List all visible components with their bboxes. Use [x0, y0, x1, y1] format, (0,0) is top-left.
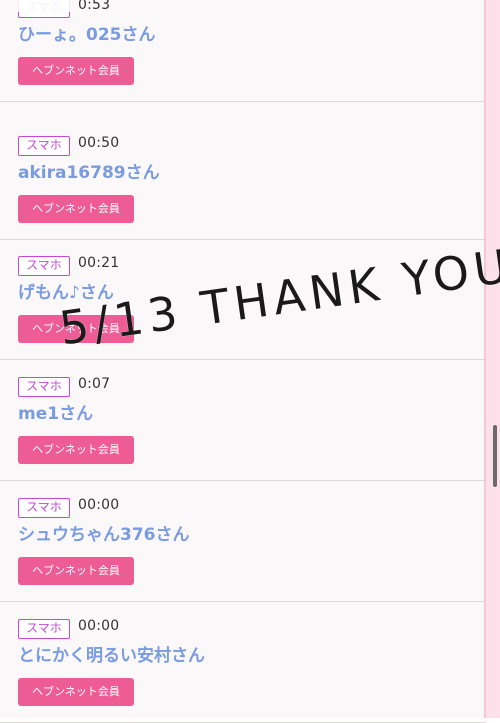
visitor-name[interactable]: とにかく明るい安村さん [18, 641, 205, 666]
visitor-list: スマホ 0:53 ひーょ。025さん ヘブンネット会員 スマホ 00:50 ak… [0, 0, 486, 723]
scrollbar-thumb[interactable] [493, 425, 497, 487]
visit-time: 00:00 [78, 618, 120, 634]
visitor-entry: スマホ 00:00 とにかく明るい安村さん ヘブンネット会員 [0, 603, 486, 723]
visitor-list-page: スマホ 0:53 ひーょ。025さん ヘブンネット会員 スマホ 00:50 ak… [0, 0, 500, 723]
device-badge: スマホ [18, 256, 70, 276]
member-badge-button[interactable]: ヘブンネット会員 [18, 195, 134, 223]
member-badge-button[interactable]: ヘブンネット会員 [18, 557, 134, 585]
visit-time: 0:53 [78, 0, 111, 13]
visitor-name[interactable]: ひーょ。025さん [18, 20, 156, 45]
redaction-mark [18, 0, 70, 12]
visit-time: 0:07 [78, 376, 111, 392]
device-badge: スマホ [18, 498, 70, 518]
device-badge: スマホ [18, 136, 70, 156]
visitor-entry: スマホ 00:00 シュウちゃん376さん ヘブンネット会員 [0, 482, 486, 602]
visitor-entry: スマホ 00:50 akira16789さん ヘブンネット会員 [0, 120, 486, 240]
visit-time: 00:00 [78, 497, 120, 513]
device-badge: スマホ [18, 377, 70, 397]
visitor-entry: スマホ 0:07 me1さん ヘブンネット会員 [0, 361, 486, 481]
member-badge-button[interactable]: ヘブンネット会員 [18, 678, 134, 706]
member-badge-button[interactable]: ヘブンネット会員 [18, 57, 134, 85]
member-badge-button[interactable]: ヘブンネット会員 [18, 436, 134, 464]
pink-side-border [486, 0, 500, 718]
visitor-entry: スマホ 0:53 ひーょ。025さん ヘブンネット会員 [0, 0, 486, 102]
visit-time: 00:21 [78, 255, 120, 271]
device-badge: スマホ [18, 619, 70, 639]
visitor-name[interactable]: akira16789さん [18, 158, 160, 183]
visitor-name[interactable]: シュウちゃん376さん [18, 520, 190, 545]
visitor-name[interactable]: me1さん [18, 399, 93, 424]
visit-time: 00:50 [78, 135, 120, 151]
